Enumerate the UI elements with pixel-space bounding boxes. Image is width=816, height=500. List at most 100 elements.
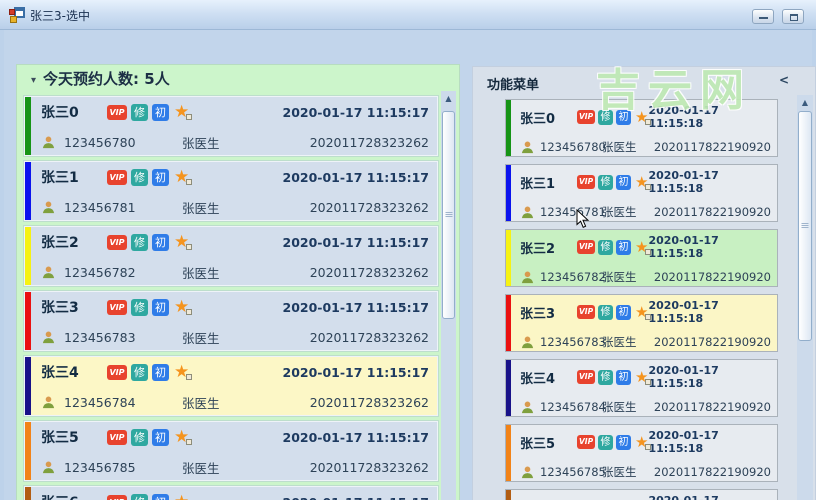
card-top-row: 张三0 VIP 修 初 ★ 2020-01-17 11:15:17 [41, 102, 429, 122]
left-scrollbar[interactable]: ▲ [441, 91, 456, 500]
star-sub-badge [186, 309, 193, 315]
scroll-up-icon[interactable]: ▲ [797, 95, 813, 110]
card-bottom-row: 123456784 张医生 202011728323262 [41, 393, 429, 412]
card-top-row: 张三6 VIP 修 初 ★ 2020-01-17 11:15:17 [41, 492, 429, 500]
status-color-bar [506, 295, 511, 351]
star-icon: ★ [635, 305, 652, 320]
card-top-row: 张三1 VIP 修 初 ★ 2020-01-17 11:15:17 [41, 167, 429, 187]
status-color-bar [25, 162, 31, 220]
revise-badge: 修 [598, 434, 614, 450]
patient-card[interactable]: 张三5 VIP 修 初 ★ 2020-01-17 11:15:18 123456… [505, 424, 778, 482]
card-bottom-row: 123456780 张医生 2020117822190920 [520, 139, 771, 155]
vip-badge: VIP [107, 429, 127, 445]
right-scrollbar[interactable]: ▲ [797, 95, 813, 500]
person-icon [42, 136, 55, 149]
appointment-datetime: 2020-01-17 11:15:17 [282, 429, 430, 445]
star-sub-badge [645, 184, 652, 190]
function-menu-title: 功能菜单 [487, 78, 540, 93]
patient-card[interactable]: 张三1 VIP 修 初 ★ 2020-01-17 11:15:17 123456… [24, 161, 438, 221]
revise-badge: 修 [131, 493, 148, 500]
vip-badge: VIP [107, 364, 127, 380]
patient-card[interactable]: 张三6 VIP 修 初 ★ 2020-01-17 11:15:18 123456… [505, 489, 778, 500]
star-icon: ★ [174, 104, 193, 121]
patient-card[interactable]: 张三4 VIP 修 初 ★ 2020-01-17 11:15:18 123456… [505, 359, 778, 417]
patient-card[interactable]: 张三2 VIP 修 初 ★ 2020-01-17 11:15:17 123456… [24, 226, 438, 286]
card-top-row: 张三0 VIP 修 初 ★ 2020-01-17 11:15:18 [520, 104, 771, 130]
star-icon: ★ [174, 234, 193, 251]
star-icon: ★ [635, 370, 652, 385]
patient-card[interactable]: 张三6 VIP 修 初 ★ 2020-01-17 11:15:17 123456… [24, 486, 438, 500]
patient-card[interactable]: 张三4 VIP 修 初 ★ 2020-01-17 11:15:17 123456… [24, 356, 438, 416]
status-color-bar [25, 487, 31, 500]
patient-card[interactable]: 张三1 VIP 修 初 ★ 2020-01-17 11:15:18 123456… [505, 164, 778, 222]
serial-number: 2020117822190920 [653, 140, 771, 154]
initial-badge: 初 [152, 168, 169, 186]
star-sub-badge [645, 444, 652, 450]
app-icon [9, 7, 25, 23]
vip-badge: VIP [107, 234, 127, 250]
star-sub-badge [645, 249, 652, 255]
status-color-bar [506, 230, 511, 286]
appointment-datetime: 2020-01-17 11:15:17 [282, 364, 430, 380]
status-color-bar [506, 100, 511, 156]
right-scrollbar-thumb[interactable] [798, 111, 812, 341]
serial-number: 2020117822190920 [653, 205, 771, 219]
star-sub-badge [186, 439, 193, 445]
revise-badge: 修 [598, 109, 614, 125]
patient-card[interactable]: 张三2 VIP 修 初 ★ 2020-01-17 11:15:18 123456… [505, 229, 778, 287]
phone-number: 123456781 [64, 200, 136, 215]
revise-badge: 修 [131, 298, 148, 316]
phone-number: 123456782 [64, 265, 136, 280]
patient-card[interactable]: 张三3 VIP 修 初 ★ 2020-01-17 11:15:18 123456… [505, 294, 778, 352]
serial-number: 2020117822190920 [653, 400, 771, 414]
vip-badge: VIP [577, 370, 596, 384]
phone-number: 123456783 [64, 330, 136, 345]
patient-name: 张三4 [520, 371, 556, 387]
scroll-up-icon[interactable]: ▲ [441, 91, 456, 106]
patient-name: 张三3 [520, 306, 556, 322]
window-title: 张三3-选中 [30, 9, 90, 23]
patient-card[interactable]: 张三0 VIP 修 初 ★ 2020-01-17 11:15:17 123456… [24, 96, 438, 156]
person-icon [521, 271, 534, 283]
appointment-datetime: 2020-01-17 11:15:18 [648, 429, 719, 455]
patient-card[interactable]: 张三0 VIP 修 初 ★ 2020-01-17 11:15:18 123456… [505, 99, 778, 157]
appointment-datetime: 2020-01-17 11:15:18 [648, 364, 719, 390]
card-top-row: 张三6 VIP 修 初 ★ 2020-01-17 11:15:18 [520, 494, 771, 500]
appointment-datetime: 2020-01-17 11:15:17 [282, 169, 430, 185]
vip-badge: VIP [107, 299, 127, 315]
vip-badge: VIP [107, 104, 127, 120]
revise-badge: 修 [131, 363, 148, 381]
patient-card[interactable]: 张三5 VIP 修 初 ★ 2020-01-17 11:15:17 123456… [24, 421, 438, 481]
card-top-row: 张三1 VIP 修 初 ★ 2020-01-17 11:15:18 [520, 169, 771, 195]
left-scrollbar-thumb[interactable] [442, 111, 455, 319]
doctor-name: 张医生 [182, 331, 220, 346]
minimize-icon [759, 17, 768, 19]
app-icon-red-square [9, 9, 15, 15]
initial-badge: 初 [152, 363, 169, 381]
revise-badge: 修 [131, 428, 148, 446]
appointments-header[interactable]: ▾ 今天预约人数: 5人 [17, 65, 459, 93]
star-icon: ★ [174, 364, 193, 381]
minimize-button[interactable] [752, 9, 774, 24]
doctor-name: 张医生 [182, 396, 220, 411]
person-icon [521, 466, 534, 478]
maximize-button[interactable] [782, 9, 804, 24]
card-bottom-row: 123456783 张医生 202011728323262 [41, 328, 429, 347]
status-color-bar [25, 97, 31, 155]
star-icon: ★ [174, 492, 189, 500]
patient-card[interactable]: 张三3 VIP 修 初 ★ 2020-01-17 11:15:17 123456… [24, 291, 438, 351]
star-sub-badge [186, 179, 193, 185]
person-icon [521, 401, 534, 413]
star-sub-badge [186, 244, 193, 250]
doctor-name: 张医生 [602, 270, 637, 284]
appointment-datetime: 2020-01-17 11:15:18 [648, 234, 719, 260]
scrollbar-grip-icon [801, 223, 809, 229]
phone-number: 123456780 [540, 140, 606, 154]
doctor-name: 张医生 [182, 461, 220, 476]
patient-name: 张三5 [41, 430, 79, 446]
star-glyph: ★ [174, 492, 189, 500]
initial-badge: 初 [616, 109, 632, 125]
serial-number: 202011728323262 [309, 265, 429, 280]
card-bottom-row: 123456783 张医生 2020117822190920 [520, 334, 771, 350]
collapse-chevron-icon[interactable]: < [779, 73, 789, 87]
